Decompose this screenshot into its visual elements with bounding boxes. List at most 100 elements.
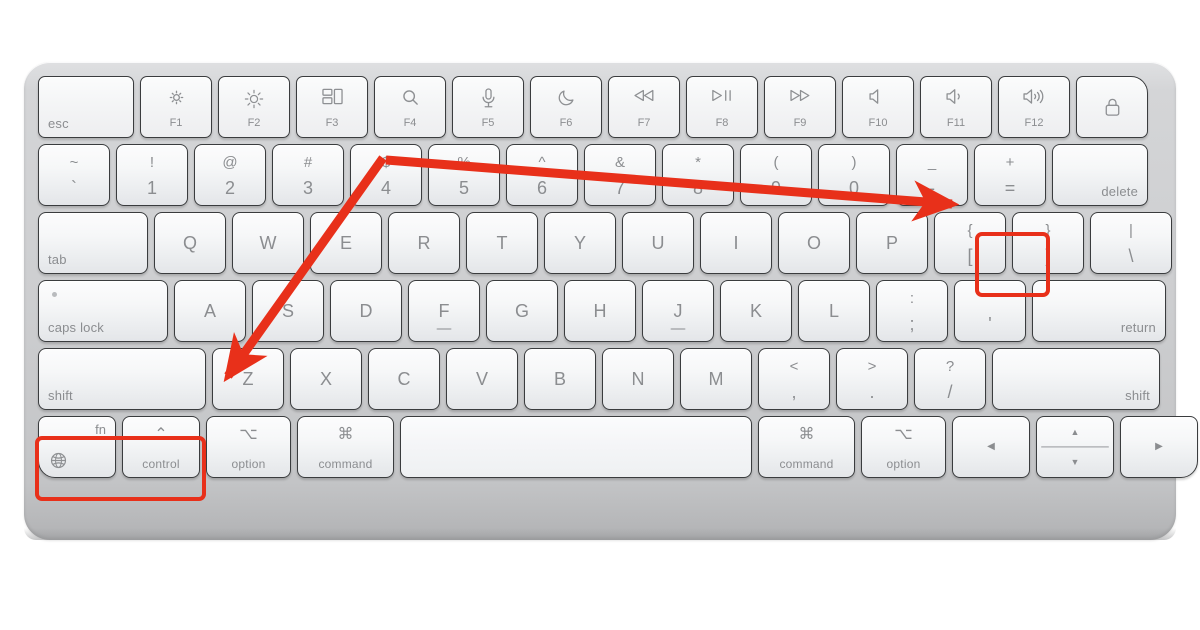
key-f2[interactable]: F2	[218, 76, 290, 138]
key-v[interactable]: V	[446, 348, 518, 410]
key-0[interactable]: ) 0	[818, 144, 890, 206]
key-backslash[interactable]: | \	[1090, 212, 1172, 274]
key-shift-label: &	[614, 154, 625, 171]
key-command-right[interactable]: ⌘ command	[758, 416, 855, 478]
key-comma[interactable]: < ,	[758, 348, 830, 410]
key-w[interactable]: W	[232, 212, 304, 274]
arrow-right-icon: ▶	[1155, 441, 1163, 452]
brightness-down-icon	[141, 88, 211, 107]
key-4[interactable]: $ 4	[350, 144, 422, 206]
key-shift-left[interactable]: shift	[38, 348, 206, 410]
key-arrow-right[interactable]: ▶	[1120, 416, 1198, 478]
key-quote[interactable]: " '	[954, 280, 1026, 342]
key-a[interactable]: A	[174, 280, 246, 342]
key-p[interactable]: P	[856, 212, 928, 274]
key-minus[interactable]: _ -	[896, 144, 968, 206]
key-period[interactable]: > .	[836, 348, 908, 410]
key-2[interactable]: @ 2	[194, 144, 266, 206]
key-c[interactable]: C	[368, 348, 440, 410]
key-esc[interactable]: esc	[38, 76, 134, 138]
key-space[interactable]	[400, 416, 752, 478]
key-k[interactable]: K	[720, 280, 792, 342]
key-arrow-up-down[interactable]: ▲ ▼	[1036, 416, 1114, 478]
key-option-right[interactable]: ⌥ option	[861, 416, 946, 478]
key-shift-right[interactable]: shift	[992, 348, 1160, 410]
key-command-left[interactable]: ⌘ command	[297, 416, 394, 478]
key-3[interactable]: # 3	[272, 144, 344, 206]
key-shift-label: $	[381, 154, 391, 171]
key-b[interactable]: B	[524, 348, 596, 410]
key-shift-label: ~	[69, 154, 79, 171]
key-caps-lock[interactable]: caps lock	[38, 280, 168, 342]
key-f9[interactable]: F9	[764, 76, 836, 138]
key-primary-label: Q	[182, 233, 197, 253]
key-primary-label: C	[397, 369, 411, 389]
key-fn[interactable]: fn	[38, 416, 116, 478]
key-semicolon[interactable]: : ;	[876, 280, 948, 342]
key-option-left[interactable]: ⌥ option	[206, 416, 291, 478]
key-tab[interactable]: tab	[38, 212, 148, 274]
key-j[interactable]: J	[642, 280, 714, 342]
key-e[interactable]: E	[310, 212, 382, 274]
key-bracket-right[interactable]: } ]	[1012, 212, 1084, 274]
bottom-letter-key-row: shift Z X C V B N M < , > . ? / shift	[38, 348, 1162, 410]
key-f10[interactable]: F10	[842, 76, 914, 138]
key-shift-label: _	[927, 154, 937, 171]
magic-keyboard-chassis: esc F1 F2 F3 F4 F5 F6 F7 F8 F9 F10 F11 F…	[24, 62, 1198, 540]
key-r[interactable]: R	[388, 212, 460, 274]
key-6[interactable]: ^ 6	[506, 144, 578, 206]
key-equals[interactable]: + =	[974, 144, 1046, 206]
key-1[interactable]: ! 1	[116, 144, 188, 206]
key-primary-label: F	[438, 301, 450, 321]
key-i[interactable]: I	[700, 212, 772, 274]
key-n[interactable]: N	[602, 348, 674, 410]
key-u[interactable]: U	[622, 212, 694, 274]
key-shift-label: ?	[945, 358, 955, 375]
key-slash[interactable]: ? /	[914, 348, 986, 410]
key-m[interactable]: M	[680, 348, 752, 410]
key-9[interactable]: ( 9	[740, 144, 812, 206]
key-s[interactable]: S	[252, 280, 324, 342]
key-x[interactable]: X	[290, 348, 362, 410]
key-f8[interactable]: F8	[686, 76, 758, 138]
key-primary-label: U	[651, 233, 665, 253]
key-7[interactable]: & 7	[584, 144, 656, 206]
key-t[interactable]: T	[466, 212, 538, 274]
key-shift-label: @	[222, 154, 238, 171]
key-h[interactable]: H	[564, 280, 636, 342]
key-f12[interactable]: F12	[998, 76, 1070, 138]
key-return[interactable]: return	[1032, 280, 1166, 342]
key-g[interactable]: G	[486, 280, 558, 342]
key-z[interactable]: Z	[212, 348, 284, 410]
arrow-down-icon[interactable]: ▼	[1037, 447, 1113, 477]
key-shift-label: >	[867, 358, 877, 375]
key-f[interactable]: F	[408, 280, 480, 342]
key-8[interactable]: * 8	[662, 144, 734, 206]
key-f1[interactable]: F1	[140, 76, 212, 138]
key-arrow-left[interactable]: ◀	[952, 416, 1030, 478]
key-f7[interactable]: F7	[608, 76, 680, 138]
key-o[interactable]: O	[778, 212, 850, 274]
key-bracket-left[interactable]: { [	[934, 212, 1006, 274]
key-q[interactable]: Q	[154, 212, 226, 274]
key-f3[interactable]: F3	[296, 76, 368, 138]
command-glyph-icon: ⌘	[337, 426, 354, 443]
key-f6[interactable]: F6	[530, 76, 602, 138]
key-delete[interactable]: delete	[1052, 144, 1148, 206]
key-label: esc	[48, 116, 69, 131]
key-f5[interactable]: F5	[452, 76, 524, 138]
key-f4[interactable]: F4	[374, 76, 446, 138]
key-l[interactable]: L	[798, 280, 870, 342]
key-d[interactable]: D	[330, 280, 402, 342]
key-y[interactable]: Y	[544, 212, 616, 274]
home-key-row: caps lock A S D F G H J K L: ; " ' retu…	[38, 280, 1166, 342]
key-5[interactable]: % 5	[428, 144, 500, 206]
key-grave[interactable]: ~ `	[38, 144, 110, 206]
key-f11[interactable]: F11	[920, 76, 992, 138]
key-touch-id[interactable]	[1076, 76, 1148, 138]
arrow-up-icon[interactable]: ▲	[1037, 417, 1113, 447]
key-fnumber: F7	[637, 117, 651, 129]
key-primary-label: ,	[791, 382, 797, 402]
key-control[interactable]: ⌃ control	[122, 416, 200, 478]
key-shift-label: "	[987, 290, 993, 307]
